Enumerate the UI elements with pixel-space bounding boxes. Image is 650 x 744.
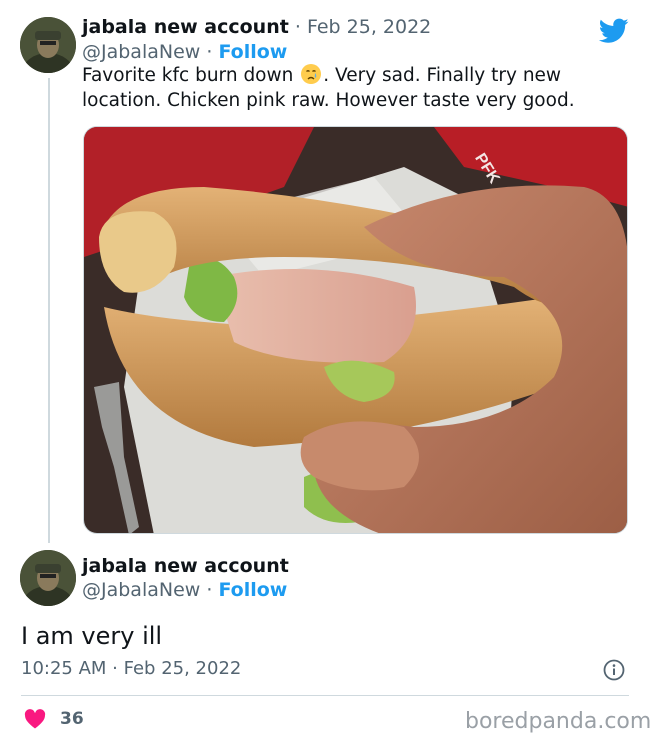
separator-dot: · bbox=[206, 41, 213, 63]
tweet-header: jabala new account bbox=[82, 554, 289, 578]
tweet-text: I am very ill bbox=[21, 622, 163, 650]
info-icon[interactable] bbox=[603, 659, 625, 681]
watermark-logo: boredpanda.com bbox=[465, 709, 650, 734]
like-count: 36 bbox=[60, 709, 84, 729]
tweet-text-part: Favorite kfc burn down bbox=[82, 65, 300, 86]
thread-connector bbox=[48, 78, 50, 543]
tweet-header: jabala new account · Feb 25, 2022 bbox=[82, 15, 431, 39]
tweet-date[interactable]: Feb 25, 2022 bbox=[307, 16, 431, 38]
tweet-text: Favorite kfc burn down . Very sad. Final… bbox=[82, 63, 638, 113]
separator-dot: · bbox=[294, 16, 301, 38]
follow-button[interactable]: Follow bbox=[218, 41, 287, 63]
tweet-timestamp[interactable]: 10:25 AM · Feb 25, 2022 bbox=[21, 657, 241, 681]
heart-icon[interactable] bbox=[24, 709, 46, 729]
avatar[interactable] bbox=[20, 17, 76, 73]
divider bbox=[21, 695, 629, 696]
user-handle[interactable]: @JabalaNew bbox=[82, 41, 200, 63]
separator-dot: · bbox=[206, 579, 213, 601]
crying-face-icon bbox=[301, 64, 322, 84]
follow-button[interactable]: Follow bbox=[218, 579, 287, 601]
user-handle[interactable]: @JabalaNew bbox=[82, 579, 200, 601]
handle-row: @JabalaNew · Follow bbox=[82, 40, 287, 64]
display-name[interactable]: jabala new account bbox=[82, 16, 289, 38]
display-name[interactable]: jabala new account bbox=[82, 555, 289, 577]
twitter-bird-icon[interactable] bbox=[599, 18, 629, 44]
handle-row: @JabalaNew · Follow bbox=[82, 578, 287, 602]
avatar[interactable] bbox=[20, 550, 76, 606]
tweet-photo[interactable]: PFK bbox=[83, 126, 628, 534]
